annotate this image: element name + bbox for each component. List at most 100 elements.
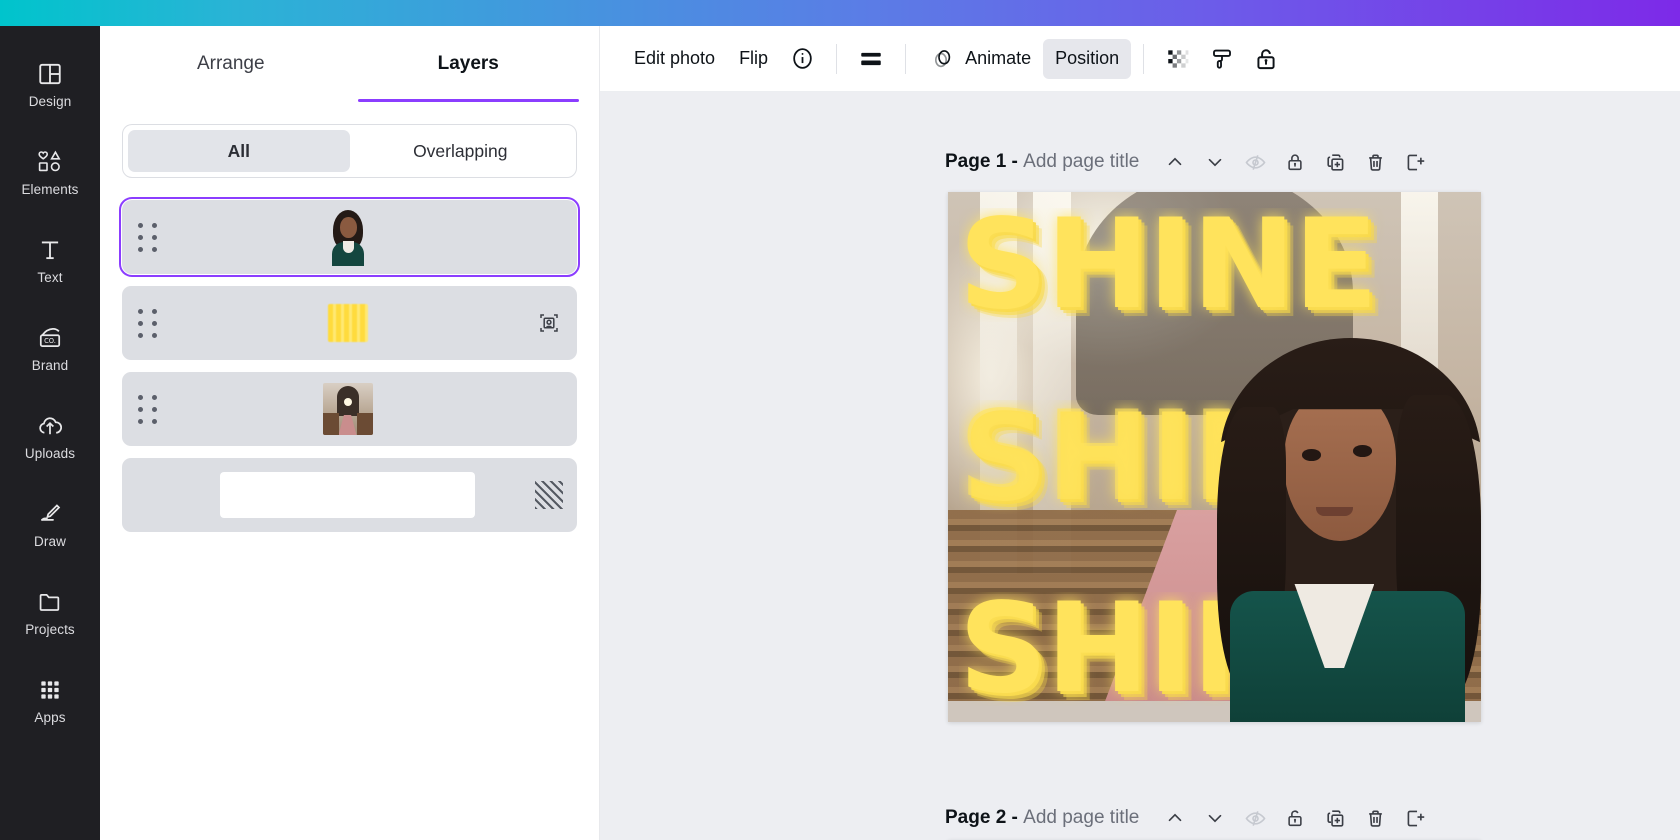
sidebar-item-uploads[interactable]: Uploads [7,400,93,474]
sidebar-label-draw: Draw [34,534,66,549]
sidebar-item-text[interactable]: Text [7,224,93,298]
paint-roller-icon [1209,46,1235,72]
elements-icon [37,149,63,175]
shine-text-thumbnail [328,304,368,342]
lock-button[interactable] [1244,37,1288,81]
page-1-delete-button[interactable] [1355,142,1395,182]
edit-photo-label: Edit photo [634,48,715,69]
info-icon [790,46,815,71]
canvas-scroll-area[interactable]: Page 1 - Add page title [600,92,1680,840]
page-2-move-up-button[interactable] [1155,798,1195,838]
layer-row-background[interactable] [122,458,577,532]
context-toolbar: Edit photo Flip [600,26,1680,92]
chevron-down-icon [1204,151,1226,173]
transparency-icon [1165,46,1191,72]
delete-page-icon [1364,807,1387,830]
sidebar-item-draw[interactable]: Draw [7,488,93,562]
page-2-label: Page 2 - [945,807,1018,828]
hide-page-icon [1244,151,1267,174]
panel-tab-strip: Arrange Layers [100,26,599,102]
filter-overlapping-button[interactable]: Overlapping [350,130,572,172]
page-2-duplicate-button[interactable] [1315,798,1355,838]
animate-button[interactable]: Animate [918,39,1043,79]
unlock-icon [1284,151,1306,173]
align-button[interactable] [849,37,893,81]
edit-photo-button[interactable]: Edit photo [622,39,727,79]
page-1-canvas[interactable]: SHINE SHINE SHINE [948,192,1481,722]
tab-arrange[interactable]: Arrange [112,26,350,102]
page-2-title-placeholder: Add page title [1023,807,1139,828]
toolbar-divider [905,44,906,74]
page-2-title[interactable]: Page 2 - Add page title [945,807,1139,829]
page-1-add-page-button[interactable] [1395,142,1435,182]
delete-page-icon [1364,151,1387,174]
page-1-move-up-button[interactable] [1155,142,1195,182]
drag-handle-icon[interactable] [122,395,174,424]
transparency-button[interactable] [1156,37,1200,81]
sidebar-item-elements[interactable]: Elements [7,136,93,210]
page-2-move-down-button[interactable] [1195,798,1235,838]
filter-all-label: All [228,141,250,162]
tab-layers[interactable]: Layers [350,26,588,102]
tab-layers-label: Layers [438,53,499,75]
layers-filter-segmented: All Overlapping [122,124,577,178]
chevron-up-icon [1164,807,1186,829]
sidebar-item-apps[interactable]: Apps [7,664,93,738]
draw-icon [37,501,63,527]
sidebar-label-design: Design [29,94,72,109]
filter-all-button[interactable]: All [128,130,350,172]
white-bar-thumbnail [220,472,475,518]
uploads-icon [37,413,63,439]
page-1-hide-button[interactable] [1235,142,1275,182]
apps-icon [37,677,63,703]
align-icon [858,46,884,72]
layer-row-shine-text[interactable] [122,286,577,360]
left-sidebar-rail: Design Elements Text [0,26,100,840]
sidebar-label-projects: Projects [25,622,75,637]
page-1-title-placeholder: Add page title [1023,151,1139,172]
layer-thumbnail-portrait [174,208,521,266]
page-2-lock-button[interactable] [1275,798,1315,838]
drag-handle-icon[interactable] [122,309,174,338]
info-button[interactable] [780,37,824,81]
hide-page-icon [1244,807,1267,830]
hatch-icon [521,481,577,509]
paint-roller-button[interactable] [1200,37,1244,81]
page-1-label: Page 1 - [945,151,1018,172]
page-1-duplicate-button[interactable] [1315,142,1355,182]
layers-panel: Arrange Layers All Overlapping [100,26,600,840]
animate-label: Animate [965,48,1031,69]
chevron-down-icon [1204,807,1226,829]
sidebar-item-brand[interactable]: CO. Brand [7,312,93,386]
duplicate-page-icon [1324,151,1347,174]
page-2-hide-button[interactable] [1235,798,1275,838]
page-1-title[interactable]: Page 1 - Add page title [945,151,1139,173]
page-1-lock-button[interactable] [1275,142,1315,182]
unlock-icon [1284,807,1306,829]
layer-thumbnail-church [174,383,521,435]
filter-overlapping-label: Overlapping [413,141,507,162]
drag-handle-icon[interactable] [122,223,174,252]
page-2-add-page-button[interactable] [1395,798,1435,838]
duplicate-page-icon [1324,807,1347,830]
layers-list [100,200,599,532]
page-2-delete-button[interactable] [1355,798,1395,838]
layer-row-portrait[interactable] [122,200,577,274]
page-1-move-down-button[interactable] [1195,142,1235,182]
unlock-icon [1253,46,1279,72]
chevron-up-icon [1164,151,1186,173]
portrait-element[interactable] [1215,338,1482,722]
page-1-header: Page 1 - Add page title [945,142,1435,182]
design-icon [37,61,63,87]
position-button[interactable]: Position [1043,39,1131,79]
canva-editor-window: Design Elements Text [0,0,1680,840]
sidebar-label-elements: Elements [21,182,78,197]
toolbar-divider [836,44,837,74]
app-header-gradient-bar [0,0,1680,26]
toolbar-divider [1143,44,1144,74]
sidebar-item-projects[interactable]: Projects [7,576,93,650]
group-icon [521,310,577,336]
sidebar-item-design[interactable]: Design [7,48,93,122]
layer-row-church-photo[interactable] [122,372,577,446]
flip-button[interactable]: Flip [727,39,780,79]
